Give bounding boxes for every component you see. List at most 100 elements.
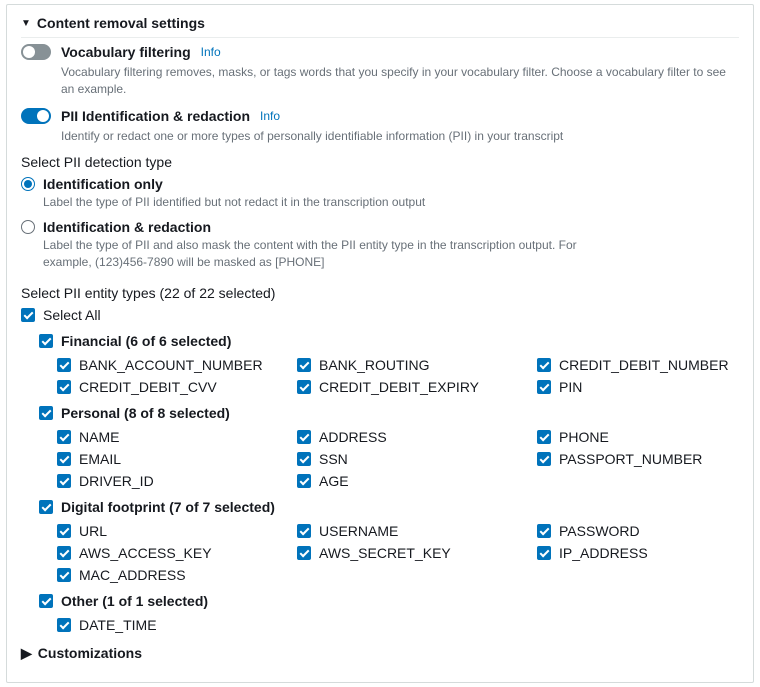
checkbox-icon: [39, 500, 53, 514]
checkbox-icon: [57, 380, 71, 394]
radio-desc-id-redact: Label the type of PII and also mask the …: [43, 237, 603, 271]
entity-label: MAC_ADDRESS: [79, 567, 186, 583]
group-financial-header[interactable]: Financial (6 of 6 selected): [39, 333, 739, 349]
radio-identification-redaction[interactable]: Identification & redaction: [21, 219, 739, 235]
checkbox-icon: [57, 474, 71, 488]
entity-label: URL: [79, 523, 107, 539]
entity-label: AWS_SECRET_KEY: [319, 545, 451, 561]
entity-label: DRIVER_ID: [79, 473, 154, 489]
checkbox-icon: [297, 452, 311, 466]
checkbox-icon: [57, 568, 71, 582]
vocab-filtering-row: Vocabulary filtering Info: [21, 44, 739, 60]
group-personal-items: NAME ADDRESS PHONE EMAIL SSN PASSPORT_NUMBER D…: [57, 425, 739, 489]
checkbox-icon: [537, 452, 551, 466]
checkbox-icon: [537, 358, 551, 372]
checkbox-icon: [297, 358, 311, 372]
checkbox-icon: [297, 380, 311, 394]
section-customizations[interactable]: ▶ Customizations: [21, 633, 739, 668]
checkbox-icon: [39, 334, 53, 348]
entity-bank_routing[interactable]: BANK_ROUTING: [297, 357, 537, 373]
entity-driver_id[interactable]: DRIVER_ID: [57, 473, 297, 489]
radio-icon: [21, 177, 35, 191]
entity-aws_access_key[interactable]: AWS_ACCESS_KEY: [57, 545, 297, 561]
pii-toggle[interactable]: [21, 108, 51, 124]
checkbox-icon: [297, 524, 311, 538]
entity-ip_address[interactable]: IP_ADDRESS: [537, 545, 757, 561]
entity-label: PIN: [559, 379, 582, 395]
entity-label: CREDIT_DEBIT_EXPIRY: [319, 379, 479, 395]
radio-label-id-only: Identification only: [43, 176, 163, 192]
entity-bank_account_number[interactable]: BANK_ACCOUNT_NUMBER: [57, 357, 297, 373]
radio-label-id-redact: Identification & redaction: [43, 219, 211, 235]
checkbox-icon: [57, 452, 71, 466]
checkbox-icon: [57, 546, 71, 560]
group-other-label: Other (1 of 1 selected): [61, 593, 208, 609]
checkbox-icon: [39, 406, 53, 420]
entity-label: SSN: [319, 451, 348, 467]
group-other-items: DATE_TIME: [57, 613, 739, 633]
checkbox-icon: [537, 430, 551, 444]
entity-ssn[interactable]: SSN: [297, 451, 537, 467]
entity-url[interactable]: URL: [57, 523, 297, 539]
entity-aws_secret_key[interactable]: AWS_SECRET_KEY: [297, 545, 537, 561]
group-financial-items: BANK_ACCOUNT_NUMBER BANK_ROUTING CREDIT_DE…: [57, 353, 739, 395]
entity-label: PASSWORD: [559, 523, 640, 539]
radio-desc-id-only: Label the type of PII identified but not…: [43, 194, 603, 211]
checkbox-icon: [537, 524, 551, 538]
group-other-header[interactable]: Other (1 of 1 selected): [39, 593, 739, 609]
entity-email[interactable]: EMAIL: [57, 451, 297, 467]
group-other: Other (1 of 1 selected) DATE_TIME: [39, 593, 739, 633]
entity-types-header: Select PII entity types (22 of 22 select…: [21, 285, 739, 301]
vocab-filtering-desc: Vocabulary filtering removes, masks, or …: [61, 64, 739, 98]
entity-label: NAME: [79, 429, 119, 445]
entity-label: EMAIL: [79, 451, 121, 467]
entity-label: BANK_ROUTING: [319, 357, 429, 373]
entity-credit_debit_expiry[interactable]: CREDIT_DEBIT_EXPIRY: [297, 379, 537, 395]
customizations-label: Customizations: [38, 645, 142, 661]
entity-credit_debit_cvv[interactable]: CREDIT_DEBIT_CVV: [57, 379, 297, 395]
group-personal: Personal (8 of 8 selected) NAME ADDRESS PH…: [39, 405, 739, 489]
caret-right-icon: ▶: [21, 645, 32, 662]
radio-identification-only[interactable]: Identification only: [21, 176, 739, 192]
vocab-filtering-info-link[interactable]: Info: [201, 45, 221, 59]
entity-label: PASSPORT_NUMBER: [559, 451, 702, 467]
checkbox-icon: [57, 618, 71, 632]
entity-label: IP_ADDRESS: [559, 545, 648, 561]
section-content-removal[interactable]: ▼ Content removal settings: [21, 5, 739, 37]
entity-password[interactable]: PASSWORD: [537, 523, 757, 539]
group-digital-header[interactable]: Digital footprint (7 of 7 selected): [39, 499, 739, 515]
entity-date_time[interactable]: DATE_TIME: [57, 617, 297, 633]
entity-phone[interactable]: PHONE: [537, 429, 757, 445]
select-all-row[interactable]: Select All: [21, 307, 739, 323]
group-digital-items: URL USERNAME PASSWORD AWS_ACCESS_KEY AWS_SEC…: [57, 519, 739, 583]
entity-username[interactable]: USERNAME: [297, 523, 537, 539]
entity-mac_address[interactable]: MAC_ADDRESS: [57, 567, 297, 583]
checkbox-icon: [57, 524, 71, 538]
entity-label: CREDIT_DEBIT_NUMBER: [559, 357, 729, 373]
entity-label: PHONE: [559, 429, 609, 445]
detection-type-header: Select PII detection type: [21, 154, 739, 170]
entity-age[interactable]: AGE: [297, 473, 537, 489]
entity-label: AWS_ACCESS_KEY: [79, 545, 212, 561]
pii-desc: Identify or redact one or more types of …: [61, 128, 739, 145]
pii-row: PII Identification & redaction Info: [21, 108, 739, 124]
checkbox-icon: [297, 546, 311, 560]
group-digital-label: Digital footprint (7 of 7 selected): [61, 499, 275, 515]
entity-name[interactable]: NAME: [57, 429, 297, 445]
group-financial-label: Financial (6 of 6 selected): [61, 333, 231, 349]
group-digital: Digital footprint (7 of 7 selected) URLU…: [39, 499, 739, 583]
vocab-filtering-label: Vocabulary filtering: [61, 44, 191, 60]
vocab-filtering-toggle[interactable]: [21, 44, 51, 60]
pii-info-link[interactable]: Info: [260, 109, 280, 123]
group-personal-header[interactable]: Personal (8 of 8 selected): [39, 405, 739, 421]
divider: [21, 37, 739, 38]
radio-icon: [21, 220, 35, 234]
entity-passport_number[interactable]: PASSPORT_NUMBER: [537, 451, 757, 467]
checkbox-icon: [21, 308, 35, 322]
checkbox-icon: [39, 594, 53, 608]
checkbox-icon: [537, 380, 551, 394]
checkbox-icon: [297, 430, 311, 444]
entity-credit_debit_number[interactable]: CREDIT_DEBIT_NUMBER: [537, 357, 757, 373]
entity-address[interactable]: ADDRESS: [297, 429, 537, 445]
entity-pin[interactable]: PIN: [537, 379, 757, 395]
